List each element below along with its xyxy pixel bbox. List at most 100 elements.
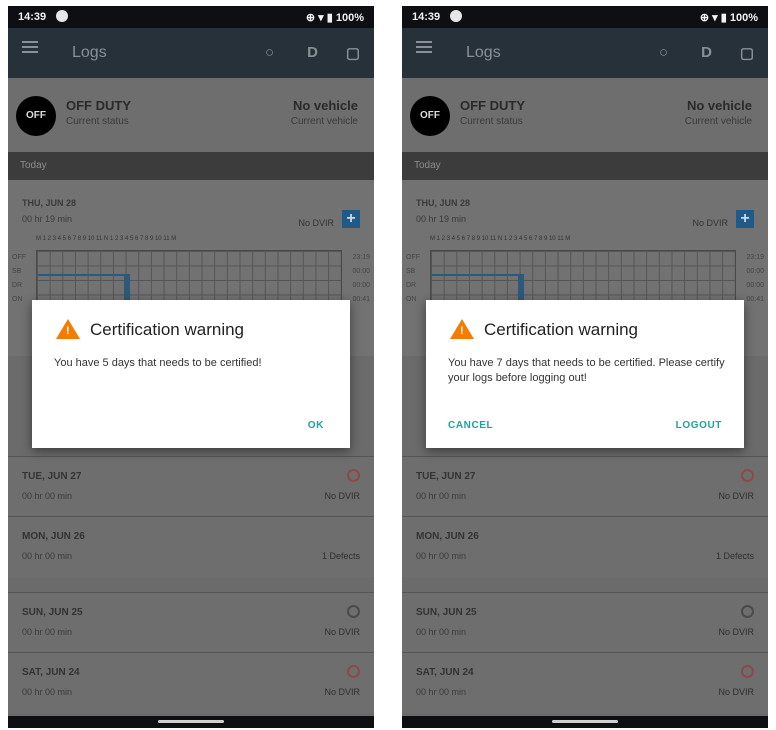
- page-title: Logs: [466, 44, 501, 61]
- grid-hours: M 1 2 3 4 5 6 7 8 9 10 11 N 1 2 3 4 5 6 …: [430, 236, 571, 242]
- grid-total-on: 00:41: [352, 296, 370, 303]
- menu-icon[interactable]: [22, 46, 38, 48]
- day-dvir: No DVIR: [718, 687, 754, 697]
- page-title: Logs: [72, 44, 107, 61]
- phone-screen-left: 14:39 ⊕ ▾ ▮ 100% Logs ○ D ▢ OFF OFF DUTY…: [8, 6, 374, 728]
- off-duty-badge[interactable]: OFF: [16, 96, 56, 136]
- chat-icon[interactable]: ▢: [740, 44, 754, 62]
- dialog-message: You have 7 days that needs to be certifi…: [448, 357, 725, 384]
- today-dvir: No DVIR: [692, 218, 728, 228]
- day-card-jun24[interactable]: SAT, JUN 24 00 hr 00 min No DVIR: [8, 652, 374, 713]
- day-card-jun26[interactable]: MON, JUN 26 00 hr 00 min 1 Defects: [8, 516, 374, 577]
- today-duration: 00 hr 19 min: [22, 214, 73, 224]
- nav-bar: [402, 716, 768, 728]
- day-card-jun24[interactable]: SAT, JUN 24 00 hr 00 min No DVIR: [402, 652, 768, 713]
- d-icon[interactable]: D: [701, 44, 712, 61]
- home-indicator[interactable]: [552, 720, 618, 723]
- status-time: 14:39: [412, 11, 441, 23]
- section-header: Today: [402, 152, 768, 180]
- certified-icon: [741, 605, 754, 618]
- day-card-jun25[interactable]: SUN, JUN 25 00 hr 00 min No DVIR: [8, 592, 374, 653]
- certification-warning-dialog: ! Certification warning You have 5 days …: [32, 300, 350, 448]
- grid-label-dr: DR: [406, 282, 417, 289]
- day-duration: 00 hr 00 min: [22, 627, 73, 637]
- day-date: SAT, JUN 24: [416, 667, 474, 678]
- duty-status-row[interactable]: OFF OFF DUTY Current status No vehicle C…: [8, 78, 374, 153]
- vehicle-caption: Current vehicle: [290, 116, 358, 127]
- grid-total-off: 23:19: [746, 254, 764, 261]
- vehicle-caption: Current vehicle: [684, 116, 752, 127]
- day-dvir: 1 Defects: [321, 551, 360, 561]
- duty-status-caption: Current status: [460, 116, 523, 127]
- ok-button[interactable]: OK: [308, 420, 324, 431]
- off-duty-badge[interactable]: OFF: [410, 96, 450, 136]
- grid-label-sb: SB: [406, 268, 416, 275]
- day-card-jun27[interactable]: TUE, JUN 27 00 hr 00 min No DVIR: [8, 456, 374, 517]
- chat-icon[interactable]: ▢: [346, 44, 360, 62]
- day-card-jun27[interactable]: TUE, JUN 27 00 hr 00 min No DVIR: [402, 456, 768, 517]
- dot-icon[interactable]: ○: [659, 44, 668, 61]
- dialog-title: Certification warning: [90, 320, 245, 339]
- phone-screen-right: 14:39 ⊕ ▾ ▮ 100% Logs ○ D ▢ OFF OFF DUTY…: [402, 6, 768, 728]
- grid-label-sb: SB: [12, 268, 22, 275]
- status-time: 14:39: [18, 11, 47, 23]
- grid-total-dr: 00:00: [746, 282, 764, 289]
- status-indicators: ⊕ ▾ ▮ 100%: [305, 12, 364, 24]
- day-date: SUN, JUN 25: [416, 607, 477, 618]
- day-duration: 00 hr 00 min: [22, 491, 73, 501]
- day-duration: 00 hr 00 min: [416, 491, 467, 501]
- grid-total-sb: 00:00: [352, 268, 370, 275]
- notification-icon: [450, 10, 462, 22]
- dialog-title: Certification warning: [484, 320, 639, 339]
- duty-status: OFF DUTY: [66, 98, 131, 113]
- day-duration: 00 hr 00 min: [416, 627, 467, 637]
- day-card-jun25[interactable]: SUN, JUN 25 00 hr 00 min No DVIR: [402, 592, 768, 653]
- grid-label-off: OFF: [406, 254, 420, 261]
- log-grid-block: [518, 274, 524, 300]
- d-icon[interactable]: D: [307, 44, 318, 61]
- vehicle-status: No vehicle: [686, 98, 752, 113]
- today-duration: 00 hr 19 min: [416, 214, 467, 224]
- day-date: TUE, JUN 27: [22, 471, 82, 482]
- day-date: SUN, JUN 25: [22, 607, 83, 618]
- grid-label-off: OFF: [12, 254, 26, 261]
- warning-icon: !: [56, 319, 80, 339]
- log-grid-block: [124, 274, 130, 300]
- day-dvir: 1 Defects: [715, 551, 754, 561]
- duty-status-row[interactable]: OFF OFF DUTY Current status No vehicle C…: [402, 78, 768, 153]
- notification-icon: [56, 10, 68, 22]
- log-grid-line: [430, 274, 520, 276]
- grid-label-dr: DR: [12, 282, 23, 289]
- day-dvir: No DVIR: [718, 627, 754, 637]
- status-indicators: ⊕ ▾ ▮ 100%: [699, 12, 758, 24]
- day-dvir: No DVIR: [324, 491, 360, 501]
- day-date: TUE, JUN 27: [416, 471, 476, 482]
- home-indicator[interactable]: [158, 720, 224, 723]
- certification-warning-dialog: ! Certification warning You have 7 days …: [426, 300, 744, 448]
- grid-total-off: 23:19: [352, 254, 370, 261]
- dot-icon[interactable]: ○: [265, 44, 274, 61]
- app-bar: Logs ○ D ▢: [8, 28, 374, 78]
- today-date: THU, JUN 28: [22, 198, 77, 208]
- cancel-button[interactable]: CANCEL: [448, 420, 493, 431]
- day-duration: 00 hr 00 min: [416, 551, 467, 561]
- grid-total-sb: 00:00: [746, 268, 764, 275]
- add-icon[interactable]: +: [342, 210, 360, 228]
- uncertified-icon: [347, 469, 360, 482]
- menu-icon[interactable]: [416, 46, 432, 48]
- log-grid-line: [36, 274, 126, 276]
- day-duration: 00 hr 00 min: [22, 687, 73, 697]
- add-icon[interactable]: +: [736, 210, 754, 228]
- day-card-jun26[interactable]: MON, JUN 26 00 hr 00 min 1 Defects: [402, 516, 768, 577]
- status-bar: 14:39 ⊕ ▾ ▮ 100%: [402, 6, 768, 28]
- uncertified-icon: [741, 469, 754, 482]
- dialog-message: You have 5 days that needs to be certifi…: [54, 357, 262, 369]
- certified-icon: [347, 605, 360, 618]
- logout-button[interactable]: LOGOUT: [676, 420, 722, 431]
- grid-label-on: ON: [12, 296, 23, 303]
- app-bar: Logs ○ D ▢: [402, 28, 768, 78]
- day-dvir: No DVIR: [324, 627, 360, 637]
- grid-hours: M 1 2 3 4 5 6 7 8 9 10 11 N 1 2 3 4 5 6 …: [36, 236, 177, 242]
- today-date: THU, JUN 28: [416, 198, 471, 208]
- duty-status-caption: Current status: [66, 116, 129, 127]
